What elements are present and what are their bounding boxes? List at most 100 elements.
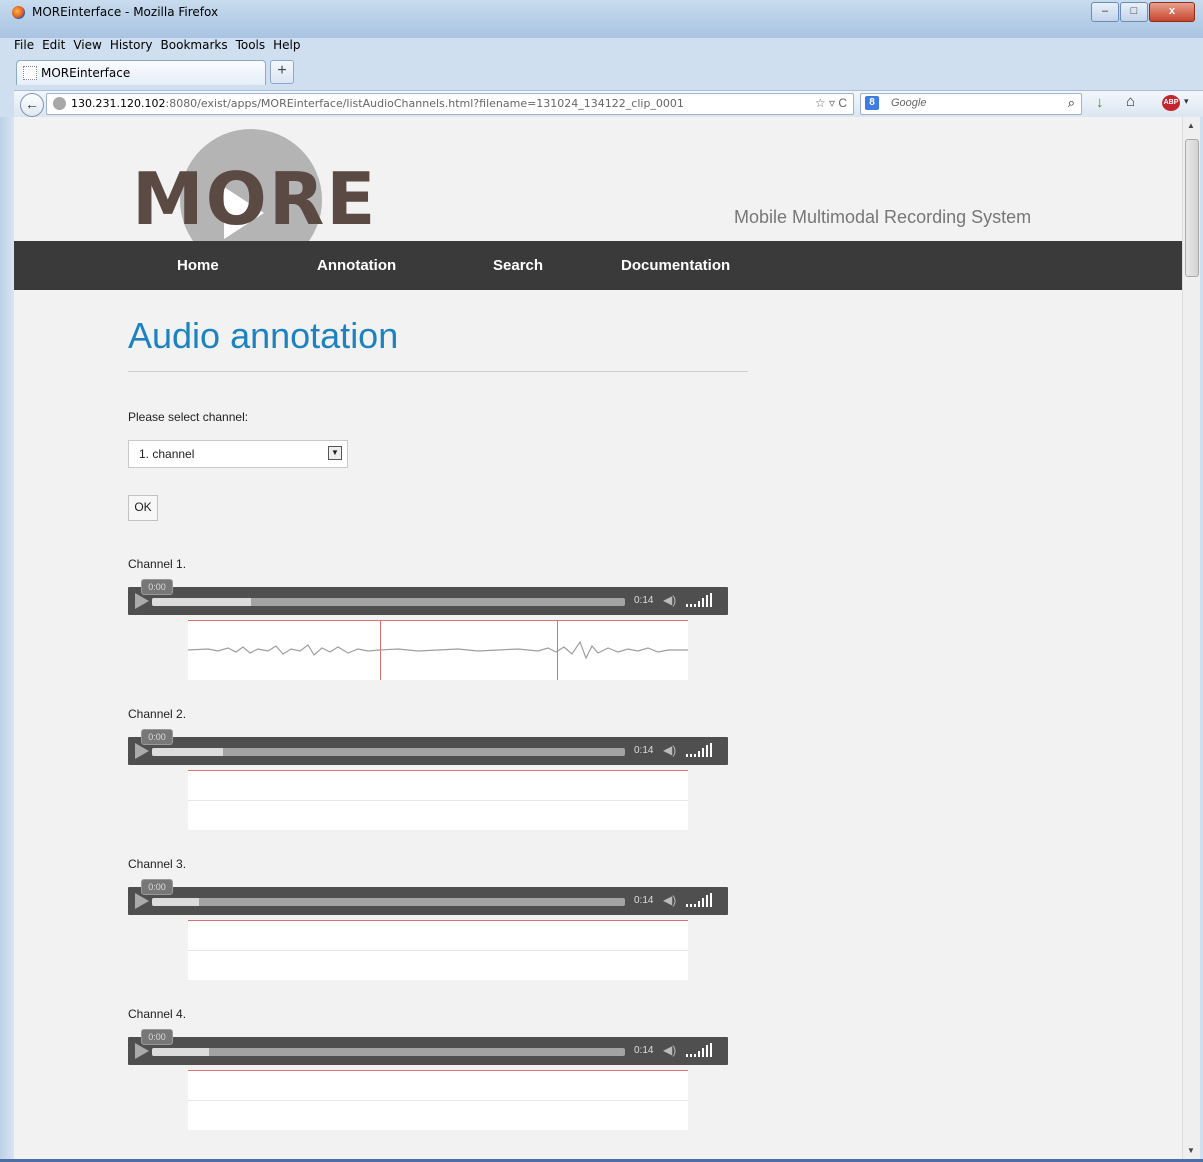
audio-player: 0:00 0:14 ◀) bbox=[128, 729, 728, 765]
progress-track[interactable] bbox=[152, 898, 625, 906]
waveform[interactable] bbox=[188, 1070, 688, 1130]
play-icon[interactable] bbox=[135, 893, 149, 909]
progress-track[interactable] bbox=[152, 1048, 625, 1056]
current-time-tooltip: 0:00 bbox=[141, 579, 173, 595]
tab-label: MOREinterface bbox=[41, 66, 131, 80]
volume-icon[interactable]: ◀) bbox=[663, 1043, 676, 1057]
buffered-bar bbox=[152, 748, 223, 756]
page-viewport: MORE Mobile Multimodal Recording System … bbox=[14, 117, 1182, 1159]
volume-slider[interactable] bbox=[686, 893, 714, 907]
chevron-down-icon[interactable]: ▼ bbox=[328, 446, 342, 460]
channel-label: Channel 2. bbox=[128, 707, 187, 721]
audio-player: 0:00 0:14 ◀) bbox=[128, 879, 728, 915]
main-nav: Home Annotation Search Documentation bbox=[14, 241, 1182, 290]
current-time-tooltip: 0:00 bbox=[141, 1029, 173, 1045]
globe-icon bbox=[53, 97, 66, 110]
chevron-down-icon[interactable]: ▾ bbox=[1184, 96, 1189, 107]
site-logo[interactable]: MORE bbox=[132, 157, 377, 241]
volume-slider[interactable] bbox=[686, 593, 714, 607]
play-icon[interactable] bbox=[135, 1043, 149, 1059]
menu-view[interactable]: View bbox=[73, 38, 101, 56]
channel-label: Channel 4. bbox=[128, 1007, 187, 1021]
menu-edit[interactable]: Edit bbox=[42, 38, 65, 56]
channel-select[interactable]: 1. channel ▼ bbox=[128, 440, 348, 468]
waveform-baseline bbox=[188, 800, 688, 801]
menu-help[interactable]: Help bbox=[273, 38, 300, 56]
menu-history[interactable]: History bbox=[110, 38, 153, 56]
scroll-up-icon[interactable]: ▲ bbox=[1187, 121, 1195, 130]
google-icon[interactable]: 8 bbox=[865, 96, 879, 110]
ok-button[interactable]: OK bbox=[128, 495, 158, 521]
buffered-bar bbox=[152, 1048, 209, 1056]
window-controls: – □ x bbox=[1090, 2, 1195, 22]
play-icon[interactable] bbox=[135, 593, 149, 609]
back-button[interactable]: ← bbox=[20, 93, 44, 117]
scroll-down-icon[interactable]: ▼ bbox=[1187, 1146, 1195, 1155]
progress-track[interactable] bbox=[152, 598, 625, 606]
volume-icon[interactable]: ◀) bbox=[663, 743, 676, 757]
search-placeholder: Google bbox=[891, 97, 927, 109]
url-host: 130.231.120.102 bbox=[71, 97, 166, 110]
url-text: 130.231.120.102:8080/exist/apps/MOREinte… bbox=[71, 97, 684, 110]
current-time-tooltip: 0:00 bbox=[141, 729, 173, 745]
volume-icon[interactable]: ◀) bbox=[663, 593, 676, 607]
volume-slider[interactable] bbox=[686, 743, 714, 757]
waveform-baseline bbox=[188, 1100, 688, 1101]
annotation-line bbox=[188, 1070, 688, 1071]
url-bar[interactable]: 130.231.120.102:8080/exist/apps/MOREinte… bbox=[46, 93, 854, 115]
firefox-icon bbox=[12, 6, 25, 19]
waveform[interactable] bbox=[188, 620, 688, 680]
download-icon[interactable]: ↓ bbox=[1096, 94, 1104, 111]
nav-home[interactable]: Home bbox=[177, 257, 219, 274]
tab-strip: MOREinterface + bbox=[0, 56, 1203, 90]
search-input[interactable]: 8 Google ⌕ bbox=[860, 93, 1082, 115]
site-tagline: Mobile Multimodal Recording System bbox=[734, 207, 1032, 227]
adblock-icon[interactable]: ABP bbox=[1162, 95, 1180, 111]
menu-bookmarks[interactable]: Bookmarks bbox=[161, 38, 228, 56]
duration: 0:14 bbox=[634, 745, 654, 756]
volume-icon[interactable]: ◀) bbox=[663, 893, 676, 907]
menubar: File Edit View History Bookmarks Tools H… bbox=[14, 38, 309, 56]
channel-label: Channel 3. bbox=[128, 857, 187, 871]
volume-slider[interactable] bbox=[686, 1043, 714, 1057]
segment-marker[interactable] bbox=[380, 620, 381, 680]
nav-search[interactable]: Search bbox=[493, 257, 543, 274]
waveform[interactable] bbox=[188, 920, 688, 980]
audio-player: 0:00 0:14 ◀) bbox=[128, 1029, 728, 1065]
browser-tab[interactable]: MOREinterface bbox=[16, 60, 266, 85]
annotation-line bbox=[188, 920, 688, 921]
buffered-bar bbox=[152, 898, 200, 906]
page-icon bbox=[23, 66, 37, 80]
scroll-thumb[interactable] bbox=[1185, 139, 1199, 277]
window-titlebar: MOREinterface - Mozilla Firefox – □ x bbox=[0, 0, 1203, 38]
menu-file[interactable]: File bbox=[14, 38, 34, 56]
annotation-line bbox=[188, 770, 688, 771]
minimize-button[interactable]: – bbox=[1091, 2, 1119, 22]
buffered-bar bbox=[152, 598, 252, 606]
audio-player: 0:00 0:14 ◀) bbox=[128, 579, 728, 615]
vertical-scrollbar[interactable]: ▲ ▼ bbox=[1182, 117, 1200, 1159]
new-tab-button[interactable]: + bbox=[270, 60, 294, 84]
current-time-tooltip: 0:00 bbox=[141, 879, 173, 895]
navigation-toolbar: ← 130.231.120.102:8080/exist/apps/MOREin… bbox=[14, 90, 1203, 117]
home-icon[interactable]: ⌂ bbox=[1126, 93, 1135, 110]
segment-marker[interactable] bbox=[557, 620, 558, 680]
nav-documentation[interactable]: Documentation bbox=[621, 257, 730, 274]
duration: 0:14 bbox=[634, 895, 654, 906]
search-icon[interactable]: ⌕ bbox=[1068, 95, 1075, 111]
maximize-button[interactable]: □ bbox=[1120, 2, 1148, 22]
nav-annotation[interactable]: Annotation bbox=[317, 257, 396, 274]
page-title: Audio annotation bbox=[128, 315, 399, 356]
menu-tools[interactable]: Tools bbox=[236, 38, 266, 56]
window-border bbox=[0, 117, 14, 1162]
progress-track[interactable] bbox=[152, 748, 625, 756]
waveform[interactable] bbox=[188, 770, 688, 830]
channel-select-label: Please select channel: bbox=[128, 410, 249, 424]
play-icon[interactable] bbox=[135, 743, 149, 759]
channel-select-value: 1. channel bbox=[139, 447, 195, 461]
close-button[interactable]: x bbox=[1149, 2, 1195, 22]
duration: 0:14 bbox=[634, 595, 654, 606]
bookmark-star-icon[interactable]: ☆ ▿ C bbox=[815, 96, 847, 110]
waveform-baseline bbox=[188, 950, 688, 951]
divider bbox=[128, 371, 748, 372]
